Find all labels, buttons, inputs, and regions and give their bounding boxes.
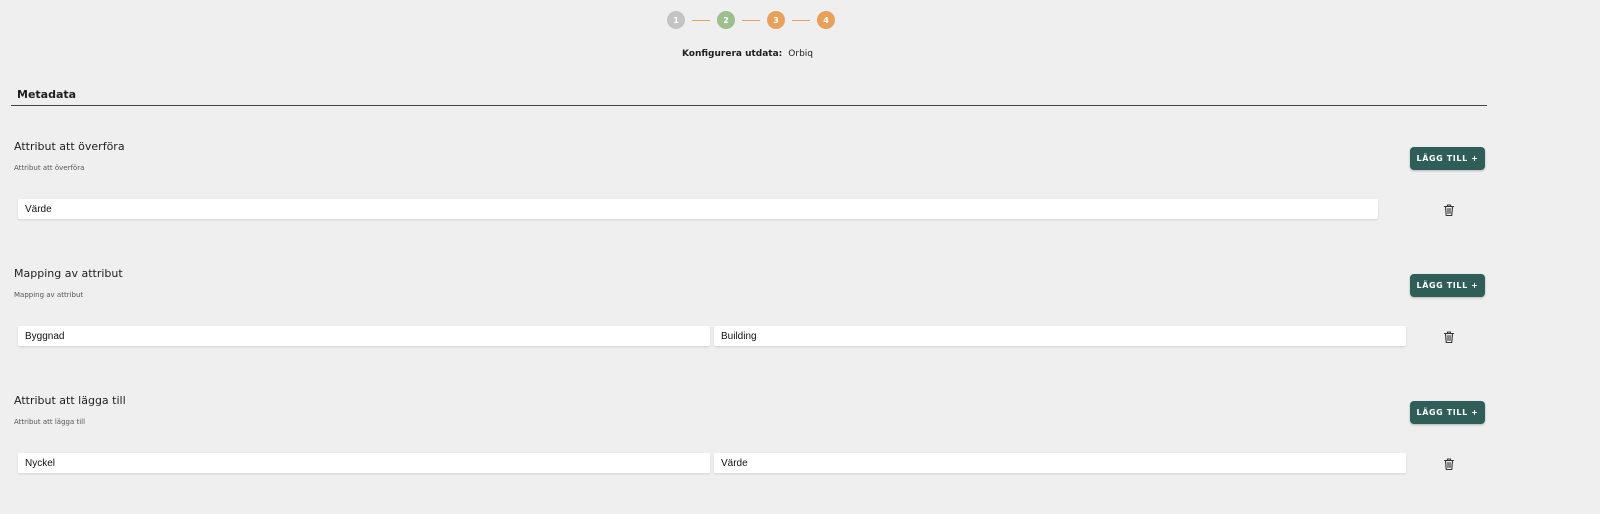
step-1[interactable]: 1 xyxy=(667,11,685,29)
step-1-label: 1 xyxy=(673,15,679,25)
step-3-label: 3 xyxy=(773,15,779,25)
group-subtitle: Attribut att överföra xyxy=(14,164,85,172)
mapping-target-input[interactable] xyxy=(714,326,1406,346)
add-button[interactable]: LÄGG TILL + xyxy=(1410,147,1485,170)
value-input[interactable] xyxy=(18,199,1378,219)
value-input[interactable] xyxy=(714,453,1406,473)
section-title: Metadata xyxy=(17,88,77,101)
group-title: Mapping av attribut xyxy=(14,267,123,280)
key-input[interactable] xyxy=(18,453,710,473)
step-2[interactable]: 2 xyxy=(717,11,735,29)
trash-icon[interactable] xyxy=(1442,330,1456,344)
group-subtitle: Attribut att lägga till xyxy=(14,418,86,426)
step-2-label: 2 xyxy=(723,15,729,25)
group-title: Attribut att lägga till xyxy=(14,394,126,407)
group-transfer-attributes: Attribut att överföra Attribut att överf… xyxy=(0,140,1600,260)
progress-stepper: 1 2 3 4 xyxy=(667,11,835,29)
metadata-section-header: Metadata xyxy=(11,88,1487,106)
step-3[interactable]: 3 xyxy=(767,11,785,29)
step-4[interactable]: 4 xyxy=(817,11,835,29)
step-connector xyxy=(792,19,810,21)
group-attribute-mapping: Mapping av attribut Mapping av attribut … xyxy=(0,267,1600,387)
output-config: Konfigurera utdata: Orbiq xyxy=(0,49,1495,59)
output-config-value: Orbiq xyxy=(788,49,814,59)
add-button[interactable]: LÄGG TILL + xyxy=(1410,401,1485,424)
step-4-label: 4 xyxy=(823,15,829,25)
output-config-label: Konfigurera utdata: xyxy=(681,49,783,59)
mapping-source-input[interactable] xyxy=(18,326,710,346)
step-connector xyxy=(692,19,710,21)
group-subtitle: Mapping av attribut xyxy=(14,291,84,299)
trash-icon[interactable] xyxy=(1442,457,1456,471)
group-title: Attribut att överföra xyxy=(14,140,125,153)
add-button[interactable]: LÄGG TILL + xyxy=(1410,274,1485,297)
step-connector xyxy=(742,19,760,21)
group-attributes-to-add: Attribut att lägga till Attribut att läg… xyxy=(0,394,1600,514)
trash-icon[interactable] xyxy=(1442,203,1456,217)
